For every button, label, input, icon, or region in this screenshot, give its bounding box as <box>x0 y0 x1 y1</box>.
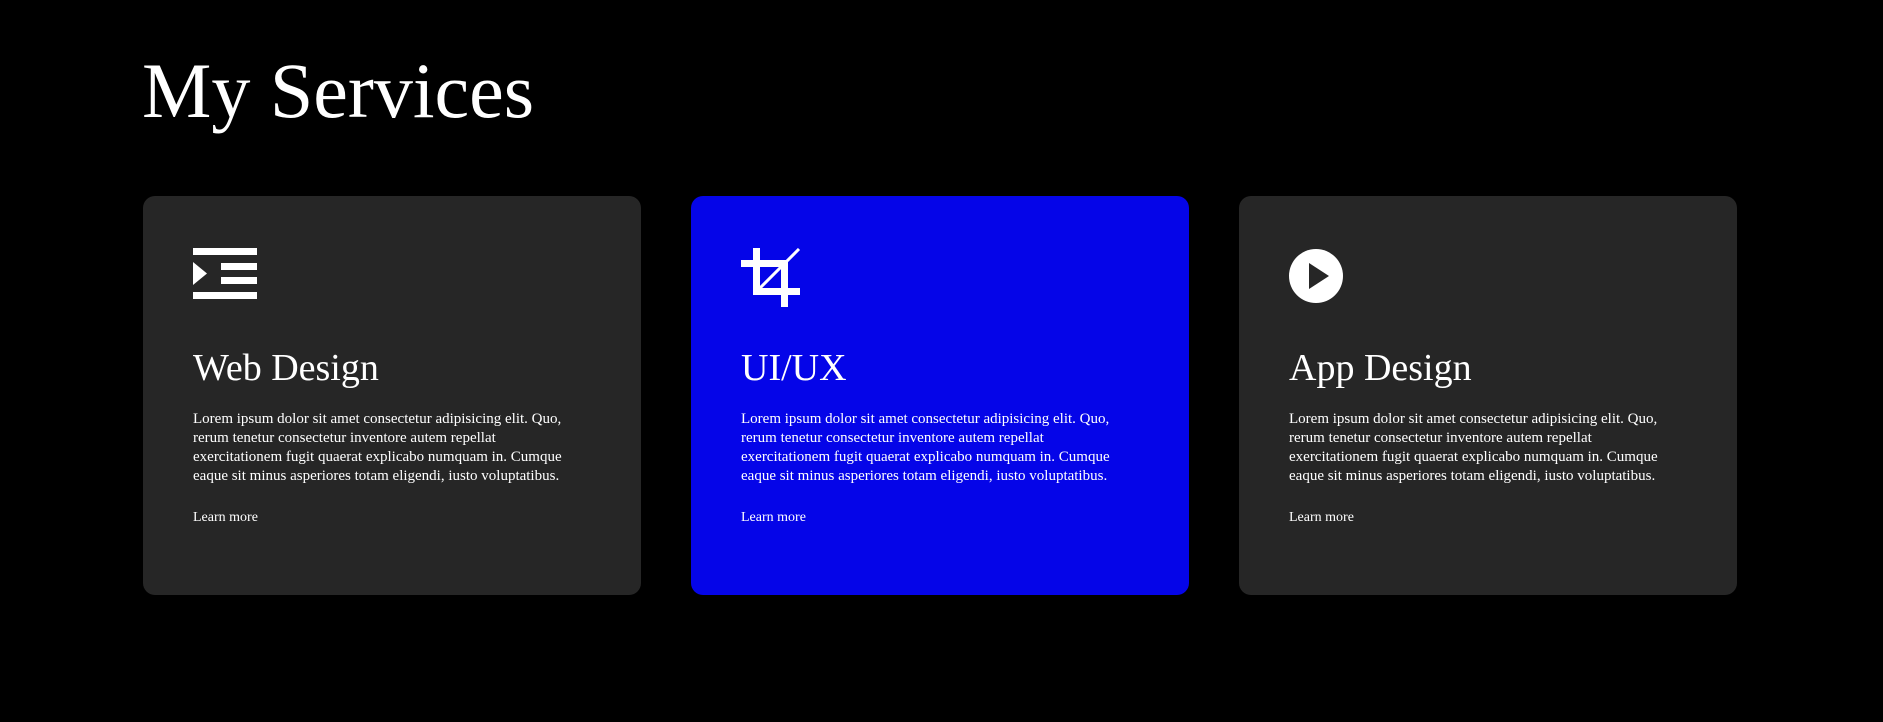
service-title: Web Design <box>193 347 379 389</box>
service-card-app-design: App Design Lorem ipsum dolor sit amet co… <box>1239 196 1737 595</box>
play-circle-icon <box>1289 248 1353 308</box>
service-description: Lorem ipsum dolor sit amet consectetur a… <box>1289 411 1658 484</box>
learn-more-link[interactable]: Learn more <box>1289 509 1354 527</box>
service-title: App Design <box>1289 347 1472 389</box>
service-description: Lorem ipsum dolor sit amet consectetur a… <box>193 411 562 484</box>
learn-more-link[interactable]: Learn more <box>193 509 258 527</box>
indent-list-icon <box>193 248 257 308</box>
service-description: Lorem ipsum dolor sit amet consectetur a… <box>741 411 1110 484</box>
learn-more-link[interactable]: Learn more <box>741 509 806 527</box>
crop-icon <box>741 248 805 308</box>
service-card-web-design: Web Design Lorem ipsum dolor sit amet co… <box>143 196 641 595</box>
service-card-ui-ux: UI/UX Lorem ipsum dolor sit amet consect… <box>691 196 1189 595</box>
services-list: Web Design Lorem ipsum dolor sit amet co… <box>143 196 1737 595</box>
section-title: My Services <box>142 47 535 134</box>
service-title: UI/UX <box>741 347 847 389</box>
